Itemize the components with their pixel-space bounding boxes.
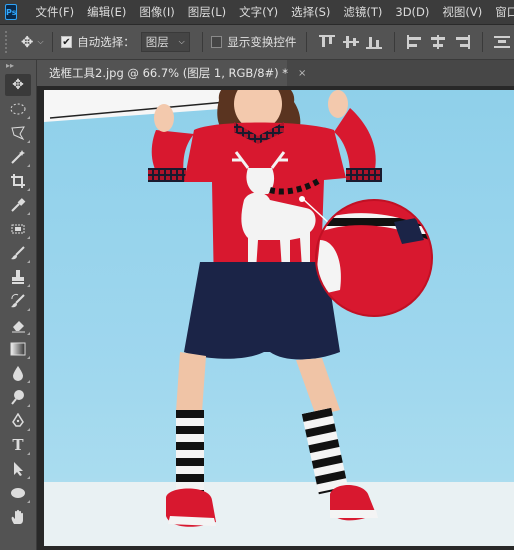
align-right-icon[interactable] — [453, 34, 471, 50]
pen-icon[interactable] — [5, 410, 31, 432]
document-tab-strip: 选框工具2.jpg @ 66.7% (图层 1, RGB/8#) * × — [37, 60, 514, 86]
hand-icon[interactable] — [5, 506, 31, 528]
document-image[interactable] — [44, 90, 514, 546]
distribute-top-icon[interactable] — [493, 34, 511, 50]
options-bar: ✥ ⌵ ✔ 自动选择： 图层 ⌵ 显示变换控件 — [0, 25, 514, 60]
menu-type[interactable]: 文字(Y) — [239, 4, 278, 20]
auto-select-target-value: 图层 — [145, 35, 169, 49]
brush-icon[interactable] — [5, 242, 31, 264]
tools-panel: ▸▸ ✥ T — [0, 60, 37, 550]
eyedropper-icon[interactable] — [5, 194, 31, 216]
show-transform-label: 显示变换控件 — [227, 35, 297, 49]
crop-icon[interactable] — [5, 170, 31, 192]
divider — [481, 32, 483, 52]
divider — [51, 32, 53, 52]
options-bar-grip[interactable] — [5, 31, 11, 53]
menu-edit[interactable]: 编辑(E) — [87, 4, 126, 20]
patch-icon[interactable] — [5, 218, 31, 240]
menu-3d[interactable]: 3D(D) — [395, 5, 429, 19]
divider — [306, 32, 308, 52]
close-icon[interactable]: × — [298, 68, 306, 79]
align-bottom-icon[interactable] — [365, 34, 383, 50]
divider — [393, 32, 395, 52]
divider — [201, 32, 203, 52]
dodge-icon[interactable] — [5, 386, 31, 408]
menu-image[interactable]: 图像(I) — [139, 4, 174, 20]
auto-select-label: 自动选择： — [77, 35, 135, 49]
show-transform-checkbox[interactable] — [210, 36, 223, 48]
drop-icon[interactable] — [5, 362, 31, 384]
ellipse-shape-icon[interactable] — [5, 482, 31, 504]
move-icon[interactable]: ✥ — [21, 33, 34, 51]
move-icon[interactable]: ✥ — [5, 74, 31, 96]
history-brush-icon[interactable] — [5, 290, 31, 312]
align-horizontal-center-icon[interactable] — [429, 34, 447, 50]
chevron-down-icon[interactable]: ⌵ — [37, 37, 43, 47]
document-tab[interactable]: 选框工具2.jpg @ 66.7% (图层 1, RGB/8#) * × — [37, 60, 306, 86]
chevron-down-icon: ⌵ — [178, 37, 185, 46]
gradient-icon[interactable] — [5, 338, 31, 360]
menu-file[interactable]: 文件(F) — [35, 4, 74, 20]
auto-select-target-dropdown[interactable]: 图层 ⌵ — [140, 32, 190, 52]
auto-select-checkbox[interactable]: ✔ — [60, 36, 73, 48]
menu-filter[interactable]: 滤镜(T) — [343, 4, 382, 20]
document-title: 选框工具2.jpg @ 66.7% (图层 1, RGB/8#) * — [49, 66, 289, 80]
menu-select[interactable]: 选择(S) — [291, 4, 330, 20]
eraser-icon[interactable] — [5, 314, 31, 336]
arrow-icon[interactable] — [5, 458, 31, 480]
menu-layer[interactable]: 图层(L) — [188, 4, 226, 20]
menu-window[interactable]: 窗口 — [495, 4, 514, 20]
canvas-area[interactable] — [37, 86, 514, 550]
align-left-icon[interactable] — [406, 34, 424, 50]
align-vertical-center-icon[interactable] — [342, 34, 360, 50]
magic-wand-icon[interactable] — [5, 146, 31, 168]
align-top-icon[interactable] — [318, 34, 336, 50]
collapse-panel-icon[interactable]: ▸▸ — [0, 60, 36, 72]
ellipse-marquee-icon[interactable] — [5, 98, 31, 120]
type-icon[interactable]: T — [5, 434, 31, 456]
menu-bar: Ps 文件(F) 编辑(E) 图像(I) 图层(L) 文字(Y) 选择(S) 滤… — [0, 0, 514, 25]
photoshop-logo-icon[interactable]: Ps — [5, 4, 18, 20]
polygon-lasso-icon[interactable] — [5, 122, 31, 144]
menu-view[interactable]: 视图(V) — [442, 4, 482, 20]
photo-girl-in-red-sweater — [44, 90, 514, 546]
stamp-icon[interactable] — [5, 266, 31, 288]
